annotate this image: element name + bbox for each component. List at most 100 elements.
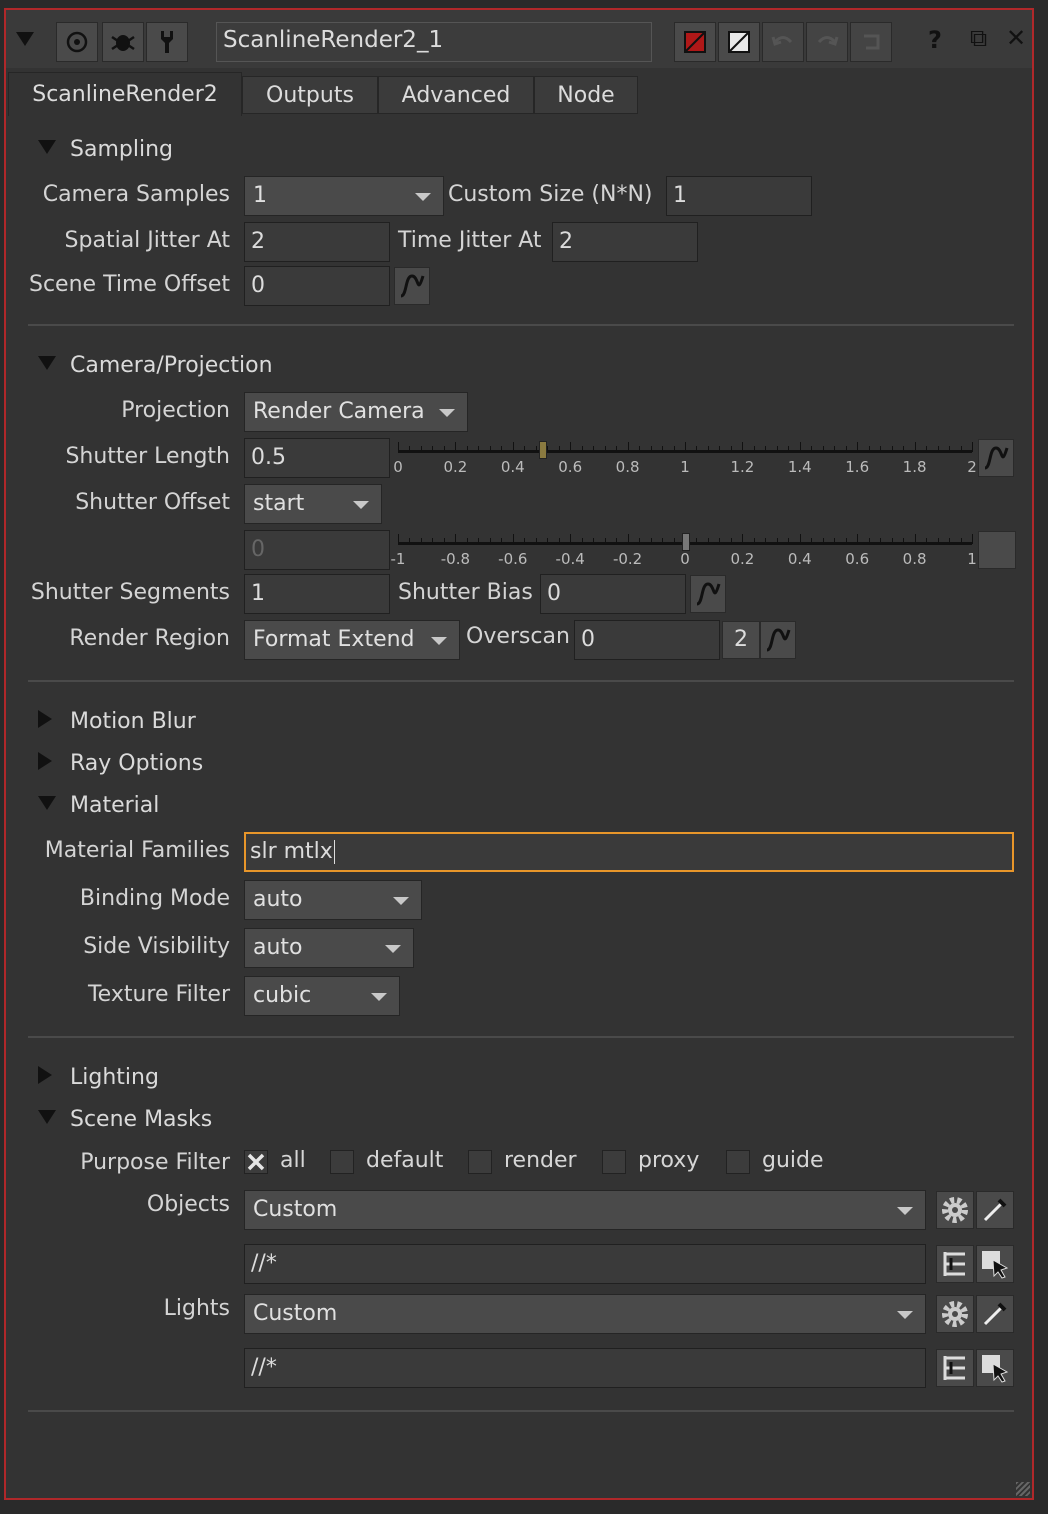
lights-mode-dropdown[interactable]: Custom — [244, 1294, 926, 1334]
node-name-field[interactable]: ScanlineRender2_1 — [216, 22, 652, 62]
ray-options-section-title[interactable]: Ray Options — [70, 751, 203, 776]
overscan-input[interactable]: 0 — [574, 620, 720, 660]
chevron-down-icon — [439, 409, 455, 417]
spatial-jitter-input[interactable]: 2 — [244, 222, 390, 262]
camera-projection-section-title[interactable]: Camera/Projection — [70, 353, 273, 378]
tab-bar: ScanlineRender2 Outputs Advanced Node — [6, 70, 1032, 116]
redo-button[interactable] — [806, 22, 848, 62]
collapse-panel-icon[interactable] — [16, 32, 34, 46]
shutter-length-slider-tick — [822, 446, 824, 451]
close-icon[interactable]: ✕ — [1006, 24, 1026, 52]
tab-advanced[interactable]: Advanced — [378, 76, 534, 114]
help-icon[interactable]: ? — [928, 26, 942, 54]
shutter-bias-animation-button[interactable] — [690, 575, 726, 613]
objects-pattern-input[interactable]: //* — [244, 1244, 926, 1284]
scene-time-offset-input[interactable]: 0 — [244, 266, 390, 306]
shutter-length-slider-tick — [398, 442, 399, 452]
lights-pattern-input[interactable]: //* — [244, 1348, 926, 1388]
render-region-dropdown[interactable]: Format Extend — [244, 620, 460, 660]
custom-offset-slider-tick — [650, 538, 652, 543]
shutter-offset-dropdown[interactable]: start — [244, 484, 382, 524]
scene-masks-section-title[interactable]: Scene Masks — [70, 1107, 212, 1132]
projection-dropdown[interactable]: Render Camera — [244, 392, 468, 432]
binding-mode-dropdown[interactable]: auto — [244, 880, 422, 920]
purpose-default-label: default — [366, 1148, 444, 1173]
custom-offset-slider-tick-label: -0.4 — [555, 550, 585, 568]
undo-button[interactable] — [762, 22, 804, 62]
bug-button[interactable] — [102, 22, 144, 62]
gear-icon — [942, 1197, 968, 1223]
scene-masks-expand-icon[interactable] — [38, 1110, 56, 1124]
lights-select-button[interactable] — [976, 1349, 1014, 1387]
objects-picker-button[interactable] — [976, 1191, 1014, 1229]
ray-options-expand-icon[interactable] — [38, 752, 52, 770]
lighting-section-title[interactable]: Lighting — [70, 1065, 159, 1090]
section-divider — [28, 1410, 1014, 1412]
objects-settings-button[interactable] — [936, 1191, 974, 1229]
purpose-proxy-checkbox[interactable] — [602, 1150, 626, 1174]
material-expand-icon[interactable] — [38, 796, 56, 810]
sampling-section-title[interactable]: Sampling — [70, 137, 173, 162]
shutter-length-slider-tick — [547, 446, 549, 451]
lighting-expand-icon[interactable] — [38, 1066, 52, 1084]
revert-button[interactable] — [850, 22, 892, 62]
shutter-segments-input[interactable]: 1 — [244, 574, 390, 614]
tab-outputs[interactable]: Outputs — [242, 76, 378, 114]
float-panel-icon[interactable]: ⧉ — [970, 24, 987, 52]
material-families-input[interactable]: slr mtlx — [244, 832, 1014, 872]
purpose-guide-checkbox[interactable] — [726, 1150, 750, 1174]
custom-offset-slider-tick — [524, 538, 526, 543]
tab-scanlinerender2[interactable]: ScanlineRender2 — [8, 72, 242, 116]
custom-offset-slider-tick — [914, 534, 916, 544]
shutter-length-input[interactable]: 0.5 — [244, 438, 390, 478]
purpose-all-checkbox[interactable] — [244, 1150, 268, 1174]
custom-offset-slider-tick — [512, 534, 514, 544]
custom-offset-slider-tick — [547, 538, 549, 543]
motion-blur-section-title[interactable]: Motion Blur — [70, 709, 196, 734]
shutter-length-slider-tick — [730, 446, 732, 451]
gl-color-button[interactable] — [718, 22, 760, 62]
node-tools-button[interactable] — [146, 22, 188, 62]
camera-projection-expand-icon[interactable] — [38, 356, 56, 370]
custom-offset-slider-tick-label: -1 — [390, 550, 406, 568]
motion-blur-expand-icon[interactable] — [38, 710, 52, 728]
objects-hierarchy-button[interactable] — [936, 1245, 974, 1283]
resize-grip-icon[interactable] — [1016, 1482, 1030, 1496]
custom-offset-animation-button[interactable] — [978, 531, 1016, 569]
scene-time-offset-animation-button[interactable] — [394, 267, 430, 305]
objects-select-button[interactable] — [976, 1245, 1014, 1283]
lights-picker-button[interactable] — [976, 1295, 1014, 1333]
sampling-expand-icon[interactable] — [38, 140, 56, 154]
custom-offset-slider[interactable]: -1 -0.8 -0.6 -0.4 -0.2 0 0.2 0.4 0.6 0.8 1 — [391, 532, 977, 572]
time-jitter-input[interactable]: 2 — [552, 222, 698, 262]
custom-offset-slider-handle[interactable] — [682, 533, 690, 551]
custom-size-input[interactable]: 1 — [666, 176, 812, 216]
overscan-dimensions-button[interactable]: 2 — [722, 621, 760, 659]
custom-offset-slider-tick — [466, 538, 468, 543]
overscan-animation-button[interactable] — [760, 621, 796, 659]
shutter-length-animation-button[interactable] — [978, 439, 1014, 477]
objects-mode-dropdown[interactable]: Custom — [244, 1190, 926, 1230]
material-section-title[interactable]: Material — [70, 793, 159, 818]
purpose-default-checkbox[interactable] — [330, 1150, 354, 1174]
custom-offset-input[interactable]: 0 — [244, 530, 390, 570]
side-visibility-dropdown[interactable]: auto — [244, 928, 414, 968]
lights-label: Lights — [163, 1296, 230, 1321]
node-color-button[interactable] — [674, 22, 716, 62]
camera-samples-dropdown[interactable]: 1 — [244, 176, 444, 216]
viewer-node-button[interactable] — [56, 22, 98, 62]
shutter-bias-input[interactable]: 0 — [540, 574, 686, 614]
shutter-length-slider-tick-label: 0.2 — [443, 458, 468, 476]
animation-curve-icon — [984, 446, 1009, 470]
lights-settings-button[interactable] — [936, 1295, 974, 1333]
tab-node[interactable]: Node — [534, 76, 638, 114]
purpose-render-checkbox[interactable] — [468, 1150, 492, 1174]
lights-mode-value: Custom — [253, 1301, 338, 1326]
shutter-length-slider-tick-label: 1.8 — [902, 458, 927, 476]
check-x-icon — [247, 1153, 265, 1171]
lights-hierarchy-button[interactable] — [936, 1349, 974, 1387]
texture-filter-dropdown[interactable]: cubic — [244, 976, 400, 1016]
shutter-length-slider-handle[interactable] — [538, 441, 547, 459]
shutter-length-slider[interactable]: 0 0.2 0.4 0.6 0.8 1 1.2 1.4 1.6 1.8 2 — [393, 440, 977, 480]
shutter-length-slider-tick-label: 1.2 — [730, 458, 755, 476]
